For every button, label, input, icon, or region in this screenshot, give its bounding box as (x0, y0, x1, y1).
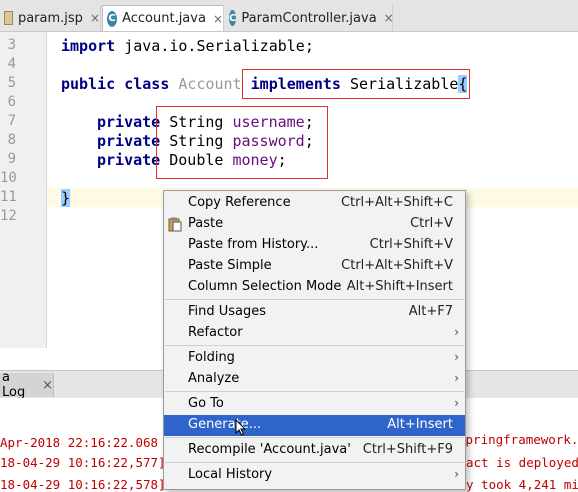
menu-item-refactor[interactable]: Refactor › (164, 323, 465, 344)
log-line-tail: act is deployed (466, 455, 578, 470)
menu-item-copy-reference[interactable]: Copy Reference Ctrl+Alt+Shift+C (164, 193, 465, 214)
menu-item-find-usages[interactable]: Find Usages Alt+F7 (164, 302, 465, 323)
line-number: 12 (0, 208, 17, 224)
annotation-box-implements (242, 69, 470, 99)
line-number: 3 (7, 37, 16, 53)
java-class-icon: C (107, 10, 118, 27)
log-line: 18-04-29 10:16:22,577] A (0, 455, 181, 470)
menu-item-recompile[interactable]: Recompile 'Account.java' Ctrl+Shift+F9 (164, 440, 465, 461)
chevron-right-icon: › (454, 371, 459, 385)
tab-paramcontroller-java[interactable]: C ParamController.java × (225, 5, 394, 31)
menu-separator (165, 462, 464, 463)
menu-item-generate[interactable]: Generate... Alt+Insert (164, 415, 465, 436)
close-icon[interactable]: × (384, 11, 394, 25)
tab-label: Account.java (122, 11, 206, 26)
tab-param-jsp[interactable]: param.jsp × (0, 5, 101, 31)
tab-label: param.jsp (17, 10, 83, 26)
log-line: Apr-2018 22:16:22.068 信 (0, 435, 179, 450)
code-line-import: import java.io.Serializable; (61, 37, 314, 55)
close-icon[interactable]: × (42, 378, 53, 393)
chevron-right-icon: › (454, 325, 459, 339)
line-number: 6 (7, 94, 16, 110)
menu-separator (165, 345, 464, 346)
menu-item-analyze[interactable]: Analyze › (164, 369, 465, 390)
menu-item-paste-simple[interactable]: Paste Simple Ctrl+Alt+Shift+V (164, 256, 465, 277)
tab-log[interactable]: a Log × (0, 370, 54, 400)
menu-separator (165, 299, 464, 300)
chevron-right-icon: › (454, 350, 459, 364)
log-line-tail: springframework.w (458, 432, 578, 447)
menu-separator (165, 437, 464, 438)
menu-separator (165, 391, 464, 392)
line-number: 11 (0, 189, 17, 205)
context-menu: Copy Reference Ctrl+Alt+Shift+C Paste Ctrl… (163, 190, 466, 490)
line-number: 7 (7, 113, 16, 129)
menu-item-paste-from-history[interactable]: Paste from History... Ctrl+Shift+V (164, 235, 465, 256)
menu-item-folding[interactable]: Folding › (164, 348, 465, 369)
menu-item-go-to[interactable]: Go To › (164, 394, 465, 415)
mouse-cursor-icon (235, 419, 247, 436)
line-number: 9 (7, 151, 16, 167)
menu-item-local-history[interactable]: Local History › (164, 465, 465, 486)
paste-icon (168, 217, 182, 232)
line-number: 4 (7, 56, 16, 72)
tab-label: ParamController.java (241, 10, 377, 26)
close-icon[interactable]: × (90, 11, 100, 25)
line-gutter: 3 4 5 6 7 8 9 10 11 12 (0, 32, 47, 348)
editor-tab-bar: param.jsp × C Account.java × C ParamCont… (0, 0, 578, 32)
tab-account-java[interactable]: C Account.java × (102, 5, 224, 31)
chevron-right-icon: › (454, 396, 459, 410)
code-line-close-brace: } (61, 189, 71, 207)
menu-item-column-selection-mode[interactable]: Column Selection Mode Alt+Shift+Insert (164, 277, 465, 298)
java-class-icon: C (229, 10, 237, 26)
close-icon[interactable]: × (213, 12, 223, 26)
menu-item-paste[interactable]: Paste Ctrl+V (164, 214, 465, 235)
chevron-right-icon: › (454, 467, 459, 481)
line-number: 8 (7, 132, 16, 148)
line-number: 10 (0, 170, 17, 186)
annotation-box-fields (156, 106, 328, 179)
line-number: 5 (7, 75, 16, 91)
jsp-file-icon (4, 11, 13, 25)
